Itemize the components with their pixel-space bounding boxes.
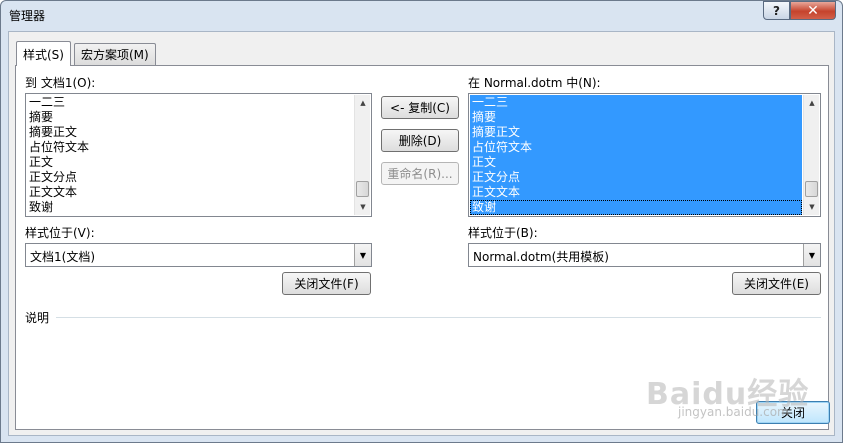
scroll-up-icon[interactable]: ▲ [804,95,820,111]
scroll-thumb[interactable] [805,181,818,197]
title-bar: 管理器 ? ✕ [1,1,842,31]
left-list-scrollbar[interactable]: ▲ ▼ [354,95,370,215]
left-styles-in-value: 文档1(文档) [30,250,95,264]
list-item[interactable]: 摘要 [27,110,353,125]
window-close-button[interactable]: ✕ [790,1,836,20]
description-label: 说明 [25,311,50,325]
right-list-label: 在 Normal.dotm 中(N): [468,76,601,90]
right-styles-in-select[interactable]: Normal.dotm(共用模板) ▼ [468,243,821,267]
copy-button[interactable]: <- 复制(C) [381,96,459,119]
chevron-down-icon[interactable]: ▼ [803,244,820,266]
scroll-down-icon[interactable]: ▼ [804,199,820,215]
list-item[interactable]: 占位符文本 [27,140,353,155]
right-list-scrollbar[interactable]: ▲ ▼ [803,95,819,215]
list-item[interactable]: 一二三 [27,95,353,110]
right-styles-in-value: Normal.dotm(共用模板) [473,250,609,264]
list-item[interactable]: 致谢 [470,200,802,215]
list-item[interactable]: 正文文本 [27,185,353,200]
right-list-items: 一二三 摘要 摘要正文 占位符文本 正文 正文分点 正文文本 致谢 [470,95,802,215]
manager-dialog: 管理器 ? ✕ 样式(S) 宏方案项(M) 到 文档1(O): 一二三 摘要 摘… [0,0,843,443]
scroll-up-icon[interactable]: ▲ [355,95,371,111]
list-item[interactable]: 摘要正文 [27,125,353,140]
left-styles-in-label: 样式位于(V): [25,226,95,240]
left-list-items: 一二三 摘要 摘要正文 占位符文本 正文 正文分点 正文文本 致谢 [27,95,353,215]
scroll-down-icon[interactable]: ▼ [355,199,371,215]
baidu-watermark-url: jingyan.baidu.com [678,405,789,419]
left-styles-in-select[interactable]: 文档1(文档) ▼ [25,243,372,267]
help-icon: ? [773,3,780,18]
list-item[interactable]: 正文分点 [27,170,353,185]
list-item[interactable]: 一二三 [470,95,802,110]
tab-macro-project-items[interactable]: 宏方案项(M) [74,43,156,65]
right-style-list[interactable]: 一二三 摘要 摘要正文 占位符文本 正文 正文分点 正文文本 致谢 ▲ ▼ [468,93,821,217]
left-close-file-button[interactable]: 关闭文件(F) [282,272,371,295]
right-styles-in-label: 样式位于(B): [468,226,538,240]
list-item[interactable]: 摘要正文 [470,125,802,140]
list-item[interactable]: 占位符文本 [470,140,802,155]
list-item[interactable]: 正文分点 [470,170,802,185]
chevron-down-icon[interactable]: ▼ [354,244,371,266]
left-list-label: 到 文档1(O): [25,76,96,90]
rename-button[interactable]: 重命名(R)... [381,162,459,185]
dialog-title: 管理器 [9,9,46,23]
close-icon: ✕ [807,2,819,19]
list-item[interactable]: 正文文本 [470,185,802,200]
left-style-list[interactable]: 一二三 摘要 摘要正文 占位符文本 正文 正文分点 正文文本 致谢 ▲ ▼ [25,93,372,217]
description-divider [56,317,821,318]
list-item[interactable]: 致谢 [27,200,353,215]
list-item[interactable]: 摘要 [470,110,802,125]
right-close-file-button[interactable]: 关闭文件(E) [732,272,821,295]
scroll-thumb[interactable] [356,181,369,197]
list-item[interactable]: 正文 [27,155,353,170]
tab-styles[interactable]: 样式(S) [16,41,71,66]
help-button[interactable]: ? [763,1,790,20]
list-item[interactable]: 正文 [470,155,802,170]
delete-button[interactable]: 删除(D) [381,129,459,152]
